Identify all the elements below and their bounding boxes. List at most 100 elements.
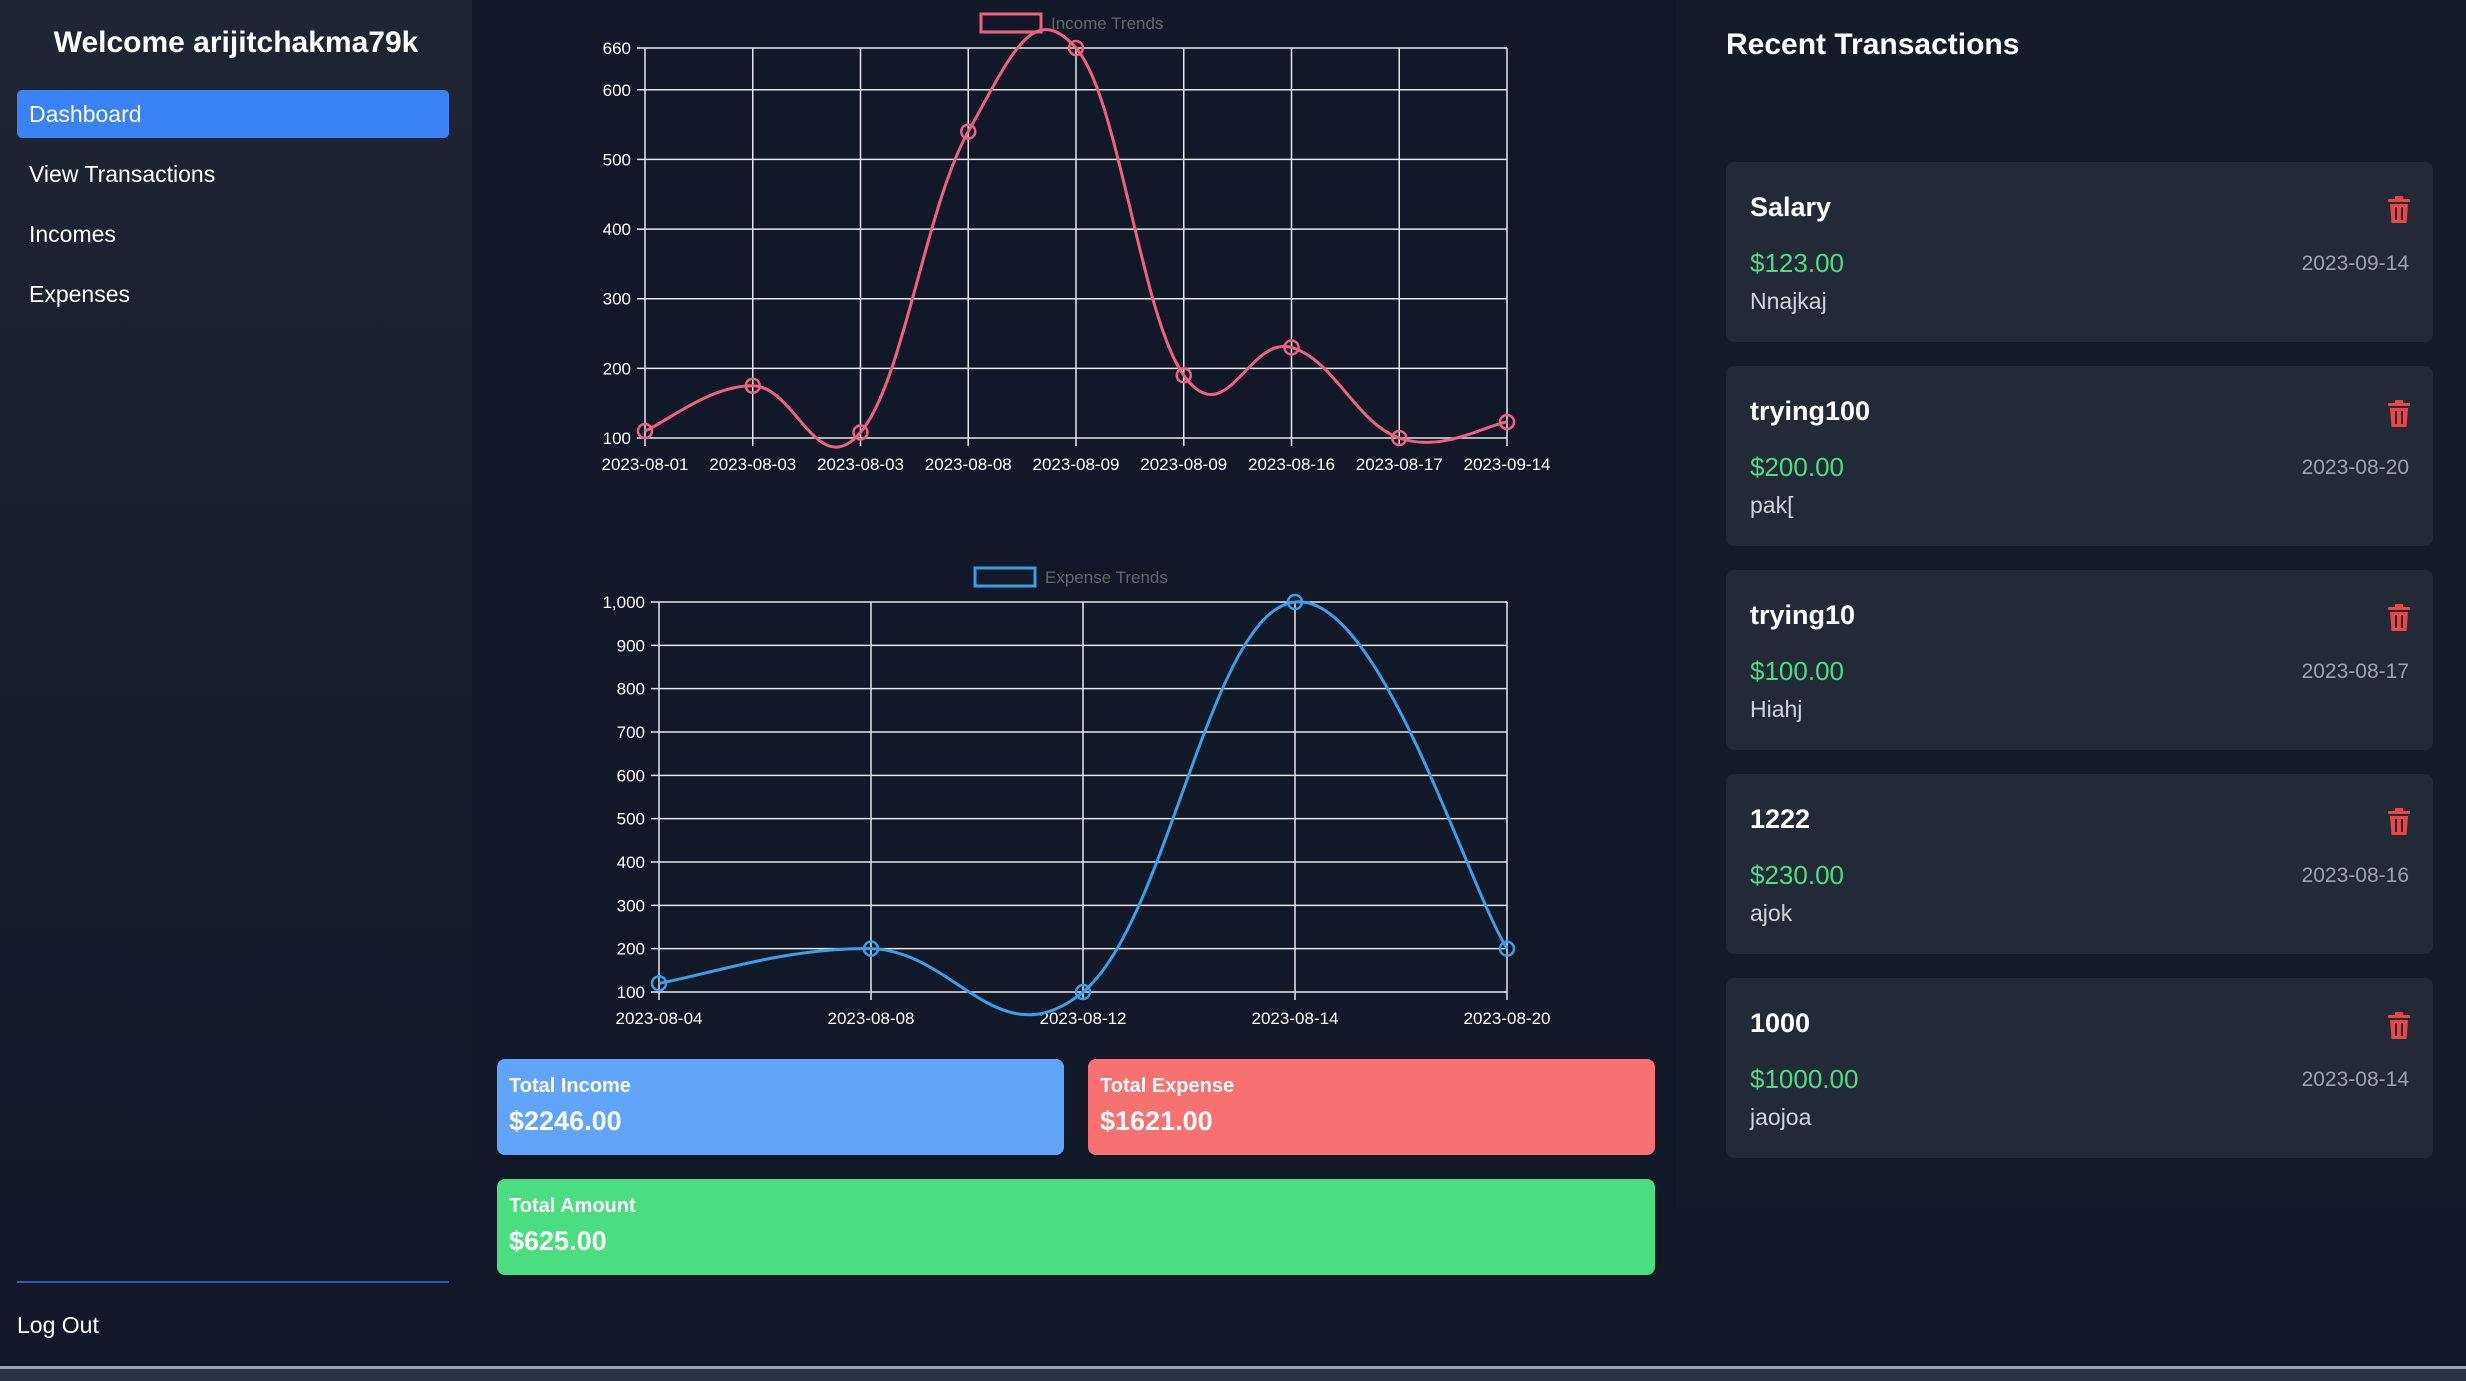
data-point xyxy=(1498,413,1516,431)
total-income-card: Total Income $2246.00 xyxy=(497,1059,1064,1155)
chart-legend: Expense Trends xyxy=(973,566,1168,588)
x-tick-label: 2023-08-14 xyxy=(1252,1009,1339,1028)
data-point xyxy=(1286,593,1304,611)
y-tick-label: 200 xyxy=(617,940,645,959)
trash-icon[interactable] xyxy=(2387,196,2411,224)
x-tick-label: 2023-08-01 xyxy=(602,455,689,474)
transaction-date: 2023-08-20 xyxy=(2301,456,2409,479)
transaction-name: trying10 xyxy=(1750,600,1856,630)
data-point xyxy=(1067,39,1085,57)
welcome-heading: Welcome arijitchakma79k xyxy=(53,26,419,59)
legend-swatch xyxy=(979,12,1043,34)
transaction-card: trying10 $100.00 2023-08-17 Hiahj xyxy=(1726,570,2433,750)
sidebar-item-expenses[interactable]: Expenses xyxy=(17,270,449,318)
data-point xyxy=(1283,339,1300,356)
x-tick-label: 2023-08-04 xyxy=(616,1009,703,1028)
y-tick-label: 200 xyxy=(603,359,631,378)
x-tick-label: 2023-08-20 xyxy=(1464,1009,1551,1028)
y-tick-label: 500 xyxy=(617,810,645,829)
data-point xyxy=(636,422,654,440)
data-point xyxy=(1391,429,1408,447)
y-tick-label: 600 xyxy=(603,81,631,100)
x-tick-label: 2023-08-08 xyxy=(925,455,1012,474)
sidebar-divider xyxy=(17,1281,449,1283)
transaction-card: 1000 $1000.00 2023-08-14 jaojoa xyxy=(1726,978,2433,1158)
x-tick-label: 2023-08-09 xyxy=(1033,455,1120,474)
data-point xyxy=(862,940,880,957)
x-tick-label: 2023-08-12 xyxy=(1040,1009,1127,1028)
logout-button[interactable]: Log Out xyxy=(17,1312,99,1339)
x-tick-label: 2023-08-03 xyxy=(709,455,796,474)
transaction-card: trying100 $200.00 2023-08-20 pak[ xyxy=(1726,366,2433,546)
total-amount-label: Total Amount xyxy=(509,1195,636,1217)
total-income-value: $2246.00 xyxy=(509,1106,622,1136)
trash-icon[interactable] xyxy=(2387,400,2411,428)
trash-icon[interactable] xyxy=(2387,808,2411,836)
x-tick-label: 2023-08-03 xyxy=(817,455,904,474)
sidebar-item-dashboard[interactable]: Dashboard xyxy=(17,90,449,138)
transaction-amount: $1000.00 xyxy=(1750,1064,1859,1094)
y-tick-label: 100 xyxy=(603,429,631,448)
total-expense-card: Total Expense $1621.00 xyxy=(1088,1059,1655,1155)
x-tick-label: 2023-08-08 xyxy=(828,1009,915,1028)
data-point xyxy=(650,975,668,992)
transaction-amount: $200.00 xyxy=(1750,452,1844,482)
total-expense-label: Total Expense xyxy=(1100,1075,1235,1097)
trash-icon[interactable] xyxy=(2387,1012,2411,1040)
x-tick-label: 2023-08-09 xyxy=(1140,455,1227,474)
transaction-description: ajok xyxy=(1750,900,1793,926)
recent-transactions-title: Recent Transactions xyxy=(1726,28,2020,61)
y-tick-label: 400 xyxy=(617,853,645,872)
transaction-date: 2023-09-14 xyxy=(2301,252,2409,275)
data-point xyxy=(1175,367,1192,384)
transaction-date: 2023-08-14 xyxy=(2301,1068,2409,1091)
legend-swatch xyxy=(973,566,1037,588)
expense-trends-chart: Expense Trends 100 200 300 400 500 600 700 800 90… xyxy=(602,566,1551,1028)
y-tick-label: 800 xyxy=(617,680,645,699)
y-tick-label: 300 xyxy=(617,896,645,915)
bottom-scrollbar xyxy=(0,1366,2466,1381)
transaction-description: jaojoa xyxy=(1750,1104,1812,1130)
y-tick-label: 900 xyxy=(617,636,645,655)
x-tick-label: 2023-08-17 xyxy=(1356,455,1443,474)
transaction-card: 1222 $230.00 2023-08-16 ajok xyxy=(1726,774,2433,954)
total-income-label: Total Income xyxy=(509,1075,631,1097)
y-tick-label: 1,000 xyxy=(602,593,645,612)
transaction-date: 2023-08-17 xyxy=(2301,660,2409,683)
chart-legend: Income Trends xyxy=(979,12,1163,34)
legend-label: Expense Trends xyxy=(1045,568,1168,587)
y-tick-label: 500 xyxy=(603,150,631,169)
trash-icon[interactable] xyxy=(2387,604,2411,632)
y-tick-label: 600 xyxy=(617,766,645,785)
transaction-name: 1000 xyxy=(1750,1008,1811,1038)
data-point xyxy=(744,377,761,395)
y-tick-label: 700 xyxy=(617,723,645,742)
data-point xyxy=(960,123,977,140)
y-tick-label: 100 xyxy=(617,983,645,1002)
y-tick-label: 660 xyxy=(603,39,631,58)
legend-label: Income Trends xyxy=(1051,14,1163,33)
transaction-description: pak[ xyxy=(1750,492,1794,518)
data-point xyxy=(1498,940,1516,957)
sidebar: Welcome arijitchakma79k Dashboard View T… xyxy=(0,0,472,1366)
sidebar-item-view-transactions[interactable]: View Transactions xyxy=(17,150,449,198)
income-trends-chart: Income Trends 100 200 300 400 500 600 660 2023-0… xyxy=(602,12,1551,474)
transaction-name: trying100 xyxy=(1750,396,1871,426)
transaction-name: Salary xyxy=(1750,192,1832,222)
x-tick-label: 2023-08-16 xyxy=(1248,455,1335,474)
y-tick-label: 300 xyxy=(603,290,631,309)
transaction-amount: $123.00 xyxy=(1750,248,1844,278)
x-tick-label: 2023-09-14 xyxy=(1464,455,1551,474)
sidebar-nav: Dashboard View Transactions Incomes Expe… xyxy=(17,90,449,330)
transaction-amount: $230.00 xyxy=(1750,860,1844,890)
total-expense-value: $1621.00 xyxy=(1100,1106,1213,1136)
transaction-name: 1222 xyxy=(1750,804,1811,834)
transaction-description: Nnajkaj xyxy=(1750,288,1827,314)
sidebar-item-incomes[interactable]: Incomes xyxy=(17,210,449,258)
y-tick-label: 400 xyxy=(603,220,631,239)
total-amount-card: Total Amount $625.00 xyxy=(497,1179,1655,1275)
transaction-description: Hiahj xyxy=(1750,696,1803,722)
total-amount-value: $625.00 xyxy=(509,1226,607,1256)
transaction-card: Salary $123.00 2023-09-14 Nnajkaj xyxy=(1726,162,2433,342)
data-point xyxy=(852,424,869,441)
